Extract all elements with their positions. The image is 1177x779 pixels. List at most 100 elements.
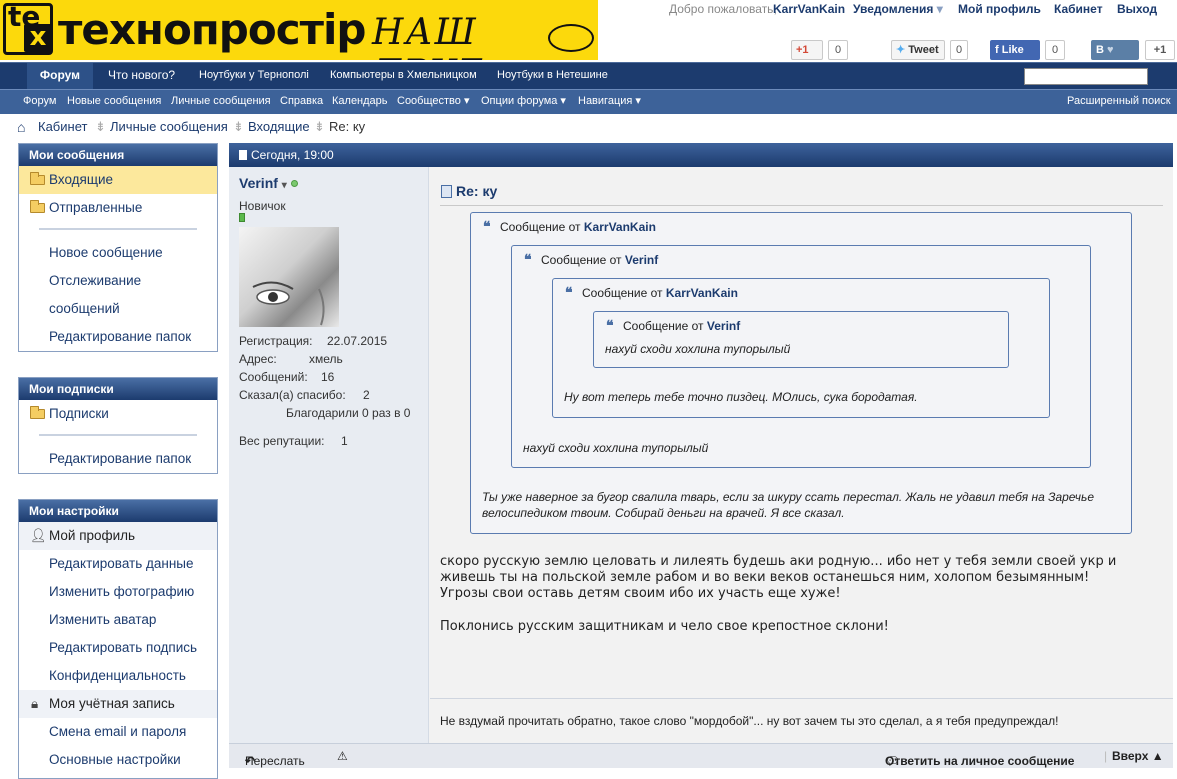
- logo-mark: te x: [3, 0, 53, 55]
- post-author-name[interactable]: Verinf ▾: [239, 175, 298, 191]
- tab-forum[interactable]: Форум: [27, 63, 93, 89]
- gplus-icon: +1: [796, 44, 809, 56]
- breadcrumb-private-messages[interactable]: Личные сообщения: [110, 119, 228, 134]
- subnav-help[interactable]: Справка: [280, 90, 323, 114]
- subnav-private-messages[interactable]: Личные сообщения: [171, 90, 271, 114]
- reply-label: Ответить на личное сообщение: [885, 754, 1075, 768]
- quote-text: нахуй сходи хохлина тупорылый: [605, 342, 791, 356]
- chevron-down-icon: ▾: [281, 180, 287, 191]
- sidebar-item-my-profile[interactable]: 👤︎ Мой профиль: [19, 522, 217, 550]
- sidebar-item-subscriptions[interactable]: Подписки: [19, 400, 217, 428]
- tweet-count: 0: [950, 40, 968, 60]
- sidebar-my-subscriptions: Мои подписки Подписки Редактирование пап…: [18, 377, 218, 474]
- sidebar-item-my-account[interactable]: 🔒︎ Моя учётная запись: [19, 690, 217, 718]
- sidebar-item-label: Моя учётная запись: [49, 696, 175, 711]
- sidebar-item-edit-signature[interactable]: Редактировать подпись: [19, 634, 217, 662]
- post-date: Сегодня, 19:00: [251, 148, 334, 162]
- subnav-navigation[interactable]: Навигация ▾: [578, 90, 641, 114]
- my-profile-link[interactable]: Мой профиль: [958, 2, 1041, 16]
- quote-header: ❝ Сообщение от KarrVanKain: [483, 219, 656, 235]
- sidebar-item-inbox[interactable]: Входящие: [19, 166, 217, 194]
- sidebar-item-label: Подписки: [49, 406, 109, 421]
- quote-author[interactable]: Verinf: [707, 319, 740, 333]
- tab-laptops-netishyn[interactable]: Ноутбуки в Нетешине: [487, 63, 618, 89]
- private-message-post: Сегодня, 19:00 Verinf ▾ Новичок Регистра…: [229, 143, 1173, 768]
- site-logo[interactable]: te x технопростір НАШ ДРУГ: [0, 0, 598, 60]
- notifications-link[interactable]: Уведомления ▾: [853, 2, 943, 16]
- breadcrumb-separator-icon: ⇟: [95, 119, 106, 134]
- user-avatar[interactable]: [239, 227, 339, 327]
- gplus-count: 0: [828, 40, 848, 60]
- sidebar-item-label: Входящие: [49, 172, 114, 187]
- breadcrumb-cabinet[interactable]: Кабинет: [38, 119, 87, 134]
- sidebar-item-tracking-messages[interactable]: сообщений: [19, 295, 217, 323]
- heart-icon: ♥: [1107, 44, 1114, 56]
- logout-link[interactable]: Выход: [1117, 2, 1157, 16]
- subnav-forum[interactable]: Форум: [23, 90, 56, 114]
- sidebar-item-label: Отправленные: [49, 200, 143, 215]
- quote-author[interactable]: Verinf: [625, 253, 658, 267]
- gplus-button[interactable]: +1: [791, 40, 823, 60]
- facebook-like-button[interactable]: f Like: [990, 40, 1040, 60]
- username-link[interactable]: KarrVanKain: [773, 2, 845, 16]
- chevron-down-icon: ▾: [936, 2, 943, 16]
- subnav-calendar[interactable]: Календарь: [332, 90, 388, 114]
- quote-header: ❝ Сообщение от KarrVanKain: [565, 285, 738, 301]
- sidebar-item-privacy[interactable]: Конфиденциальность: [19, 662, 217, 690]
- breadcrumb-inbox[interactable]: Входящие: [248, 119, 310, 134]
- sidebar-item-change-photo[interactable]: Изменить фотографию: [19, 578, 217, 606]
- quote-author[interactable]: KarrVanKain: [584, 220, 656, 234]
- tweet-button[interactable]: ✦ Tweet: [891, 40, 945, 60]
- quote-prefix: Сообщение от: [541, 253, 622, 267]
- site-header: te x технопростір НАШ ДРУГ Добро пожалов…: [0, 0, 1177, 62]
- post-body-paragraph: скоро русскую землю целовать и лилеять б…: [440, 554, 1117, 601]
- like-label: Like: [1001, 44, 1024, 56]
- vk-plus-count: +1: [1145, 40, 1175, 60]
- twitter-icon: ✦: [896, 44, 906, 56]
- sidebar-item-change-avatar[interactable]: Изменить аватар: [19, 606, 217, 634]
- scroll-up-button[interactable]: Вверх ▲: [1112, 749, 1164, 763]
- subnav-community[interactable]: Сообщество ▾: [397, 90, 469, 114]
- sidebar-my-messages: Мои сообщения Входящие Отправленные Ново…: [18, 143, 218, 352]
- vk-button[interactable]: В ♥: [1091, 40, 1139, 60]
- user-bar: Добро пожаловать, KarrVanKain Уведомлени…: [597, 0, 1177, 20]
- breadcrumb: ⌂ Кабинет ⇟ Личные сообщения ⇟ Входящие …: [17, 116, 517, 136]
- sidebar-item-edit-subscription-folders[interactable]: Редактирование папок: [19, 445, 217, 473]
- cabinet-link[interactable]: Кабинет: [1054, 2, 1103, 16]
- post-user-info: Verinf ▾ Новичок Регистрация: 22.07.2015…: [229, 167, 429, 744]
- breadcrumb-separator-icon: ⇟: [314, 119, 325, 134]
- sidebar-item-edit-details[interactable]: Редактировать данные: [19, 550, 217, 578]
- user-messages-label: Сообщений:: [239, 370, 308, 384]
- search-input[interactable]: [1024, 68, 1148, 85]
- sidebar-item-general-settings[interactable]: Основные настройки: [19, 746, 217, 774]
- tab-whats-new[interactable]: Что нового?: [98, 63, 185, 89]
- user-reputation-label: Вес репутации:: [239, 434, 325, 448]
- report-icon[interactable]: ⚠: [337, 749, 348, 763]
- tab-computers-khmelnytskyi[interactable]: Компьютеры в Хмельницком: [320, 63, 487, 89]
- post-footer: ↶ Переслать ⚠ 💬︎ Ответить на личное сооб…: [229, 743, 1173, 768]
- user-messages-value: 16: [321, 370, 335, 384]
- sidebar-item-change-email-password[interactable]: Смена email и пароля: [19, 718, 217, 746]
- subnav-forum-options[interactable]: Опции форума ▾: [481, 90, 566, 114]
- breadcrumb-current: Re: ку: [329, 119, 366, 134]
- like-count: 0: [1045, 40, 1065, 60]
- quote-author[interactable]: KarrVanKain: [666, 286, 738, 300]
- sidebar-my-subscriptions-title: Мои подписки: [19, 378, 217, 400]
- post-title-text: Re: ку: [456, 183, 498, 199]
- sidebar-my-settings-title: Мои настройки: [19, 500, 217, 522]
- reputation-bar: [239, 213, 245, 222]
- sidebar-item-tracking[interactable]: Отслеживание: [19, 267, 217, 295]
- sidebar-item-edit-folders[interactable]: Редактирование папок: [19, 323, 217, 351]
- home-icon[interactable]: ⌂: [17, 119, 25, 135]
- logo-mark-x: x: [24, 24, 52, 52]
- quote-text: Ты уже наверное за бугор свалила тварь, …: [482, 490, 1094, 520]
- tab-laptops-ternopil[interactable]: Ноутбуки у Тернополі: [189, 63, 319, 89]
- quote-prefix: Сообщение от: [623, 319, 704, 333]
- sidebar-item-new-message[interactable]: Новое сообщение: [19, 239, 217, 267]
- mouse-icon: [548, 24, 594, 52]
- subnav-new-posts[interactable]: Новые сообщения: [67, 90, 161, 114]
- user-icon: 👤︎: [30, 528, 48, 543]
- sidebar-item-sent[interactable]: Отправленные: [19, 194, 217, 222]
- advanced-search-link[interactable]: Расширенный поиск: [1067, 90, 1171, 114]
- user-rank: Новичок: [239, 199, 286, 213]
